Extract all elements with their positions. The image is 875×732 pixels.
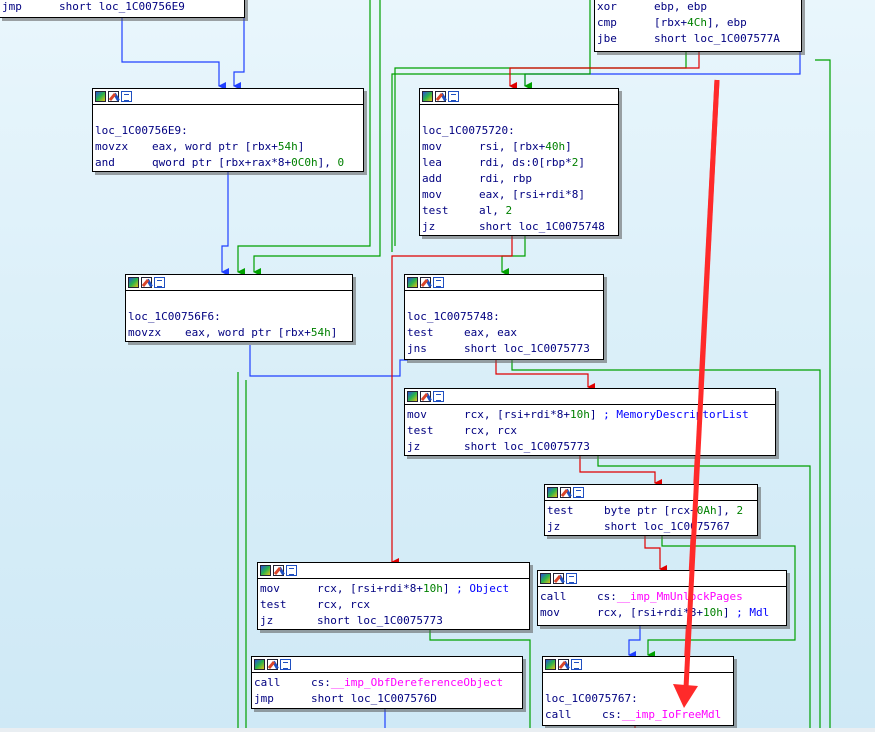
code-label: loc_1C0075748:: [407, 310, 500, 323]
instruction-line: test rcx, rcx: [260, 598, 370, 611]
code-block-loc-1c0075748[interactable]: loc_1C0075748: test eax, eax jns short loc…: [404, 274, 604, 360]
graph-color-icon[interactable]: [547, 487, 558, 498]
instruction-line: and qword ptr [rbx+rax*8+0C0h], 0: [95, 156, 345, 169]
code-block-test-byte[interactable]: test byte ptr [rcx+0Ah], 2 jz short loc_1C…: [544, 484, 758, 536]
edge-false: [644, 534, 667, 573]
instruction-line: movzx eax, word ptr [rbx+54h]: [128, 326, 338, 339]
listing-icon[interactable]: [280, 659, 291, 670]
edit-icon[interactable]: [420, 391, 431, 402]
edge-false: [509, 52, 700, 90]
edit-icon[interactable]: [273, 565, 284, 576]
graph-color-icon[interactable]: [128, 277, 139, 288]
node-toolbar: [420, 89, 618, 105]
instruction-line: mov eax, [rsi+rdi*8]: [422, 188, 585, 201]
instruction-line: jbe short loc_1C007577A: [597, 32, 780, 45]
instruction-line: add rdi, rbp: [422, 172, 532, 185]
code-block-top-left[interactable]: jmp short loc_1C00756E9: [0, 0, 245, 18]
instruction-line: mov rcx, [rsi+rdi*8+10h] ; Mdl: [540, 606, 770, 619]
graph-color-icon[interactable]: [407, 277, 418, 288]
edge-uncond: [121, 14, 226, 90]
code-block-loc-1c00756f6[interactable]: loc_1C00756F6: movzx eax, word ptr [rbx+5…: [125, 274, 353, 342]
instruction-line: mov rcx, [rsi+rdi*8+10h] ; MemoryDescript…: [407, 408, 749, 421]
listing-icon[interactable]: [566, 573, 577, 584]
listing-icon[interactable]: [573, 487, 584, 498]
instruction-line: call cs:__imp_ObfDereferenceObject: [254, 676, 504, 689]
instruction-line: jmp short loc_1C007576D: [254, 692, 437, 705]
node-toolbar: [126, 275, 352, 291]
listing-icon[interactable]: [286, 565, 297, 576]
instruction-line: jz short loc_1C0075748: [422, 220, 605, 233]
instruction-line: jmp short loc_1C00756E9: [2, 0, 185, 13]
node-toolbar: [405, 389, 775, 405]
listing-icon[interactable]: [154, 277, 165, 288]
edit-icon[interactable]: [141, 277, 152, 288]
code-label: loc_1C0075767:: [545, 692, 638, 705]
graph-color-icon[interactable]: [254, 659, 265, 670]
graph-color-icon[interactable]: [95, 91, 106, 102]
graph-canvas[interactable]: jmp short loc_1C00756E9 xor ebp, ebp cmp [r…: [0, 0, 875, 732]
instruction-line: movzx eax, word ptr [rbx+54h]: [95, 140, 305, 153]
edge-true: [815, 59, 831, 732]
graph-color-icon[interactable]: [260, 565, 271, 576]
edit-icon[interactable]: [108, 91, 119, 102]
edge-uncond: [249, 345, 408, 377]
edge-true: [501, 235, 526, 276]
instruction-line: call cs:__imp_MmUnlockPages: [540, 590, 743, 603]
listing-icon[interactable]: [121, 91, 132, 102]
code-block-unlock-pages[interactable]: call cs:__imp_MmUnlockPages mov rcx, [rsi+…: [537, 570, 787, 626]
node-toolbar: [405, 275, 603, 291]
code-label: loc_1C0075720:: [422, 124, 515, 137]
edge-uncond: [221, 170, 229, 276]
code-block-object[interactable]: mov rcx, [rsi+rdi*8+10h] ; Object test rcx…: [257, 562, 530, 630]
edge-false: [579, 455, 662, 487]
instruction-line: mov rsi, [rbx+40h]: [422, 140, 572, 153]
instruction-line: test rcx, rcx: [407, 424, 517, 437]
graph-color-icon[interactable]: [407, 391, 418, 402]
edit-icon[interactable]: [560, 487, 571, 498]
scroll-edge: [0, 728, 875, 732]
instruction-line: jns short loc_1C0075773: [407, 342, 590, 355]
edge-false: [495, 360, 595, 391]
graph-color-icon[interactable]: [422, 91, 433, 102]
edit-icon[interactable]: [553, 573, 564, 584]
node-toolbar: [252, 657, 522, 673]
instruction-line: jz short loc_1C0075767: [547, 520, 730, 533]
code-label: loc_1C00756E9:: [95, 124, 188, 137]
code-block-loc-1c00756e9[interactable]: loc_1C00756E9: movzx eax, word ptr [rbx+5…: [92, 88, 364, 172]
graph-color-icon[interactable]: [545, 659, 556, 670]
edit-icon[interactable]: [558, 659, 569, 670]
edit-icon[interactable]: [267, 659, 278, 670]
instruction-line: test byte ptr [rcx+0Ah], 2: [547, 504, 744, 517]
listing-icon[interactable]: [433, 277, 444, 288]
node-toolbar: [543, 657, 733, 673]
instruction-line: jz short loc_1C0075773: [260, 614, 443, 627]
instruction-line: test al, 2: [422, 204, 513, 217]
instruction-line: test eax, eax: [407, 326, 517, 339]
code-block-top-right[interactable]: xor ebp, ebp cmp [rbx+4Ch], ebp jbe short l…: [594, 0, 802, 52]
instruction-line: xor ebp, ebp: [597, 0, 707, 13]
listing-icon[interactable]: [448, 91, 459, 102]
node-toolbar: [545, 485, 757, 501]
listing-icon[interactable]: [571, 659, 582, 670]
code-block-dereference-object[interactable]: call cs:__imp_ObfDereferenceObject jmp sho…: [251, 656, 523, 709]
code-label: loc_1C00756F6:: [128, 310, 221, 323]
node-toolbar: [93, 89, 363, 105]
code-block-loc-1c0075767[interactable]: loc_1C0075767: call cs:__imp_IoFreeMdl: [542, 656, 734, 726]
instruction-line: cmp [rbx+4Ch], ebp: [597, 16, 747, 29]
edit-icon[interactable]: [420, 277, 431, 288]
node-toolbar: [258, 563, 529, 579]
listing-icon[interactable]: [433, 391, 444, 402]
code-block-memory-descriptor-list[interactable]: mov rcx, [rsi+rdi*8+10h] ; MemoryDescript…: [404, 388, 776, 456]
code-block-loc-1c0075720[interactable]: loc_1C0075720: mov rsi, [rbx+40h] lea rdi,…: [419, 88, 619, 236]
instruction-line: jz short loc_1C0075773: [407, 440, 590, 453]
edge-uncond: [628, 625, 641, 659]
graph-color-icon[interactable]: [540, 573, 551, 584]
instruction-line: lea rdi, ds:0[rbp*2]: [422, 156, 585, 169]
instruction-line: mov rcx, [rsi+rdi*8+10h] ; Object: [260, 582, 510, 595]
node-toolbar: [538, 571, 786, 587]
instruction-line: call cs:__imp_IoFreeMdl: [545, 708, 722, 721]
edit-icon[interactable]: [435, 91, 446, 102]
